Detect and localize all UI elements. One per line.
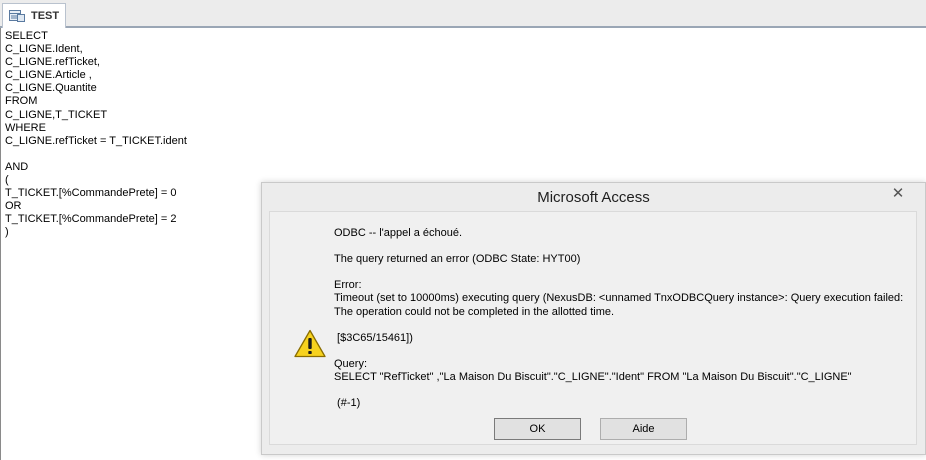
sql-line: AND [5,160,29,173]
sql-line: C_LIGNE.Quantite [5,82,97,95]
query-icon [9,9,25,23]
message-line: ODBC -- l'appel a échoué. [334,227,463,239]
sql-line: OR [5,200,22,213]
sql-line: C_LIGNE.Article , [5,69,92,82]
message-line [334,266,914,279]
message-line: [$3C65/15461]) [334,331,413,344]
sql-line: FROM [5,95,38,108]
close-icon: ✕ [891,184,905,202]
sql-line: WHERE [5,121,46,134]
sql-line: SELECT [5,30,48,42]
ok-button[interactable]: OK [494,418,581,440]
sql-line: C_LIGNE,T_TICKET [5,108,108,121]
message-line: Error: [334,279,362,292]
dialog-title: Microsoft Access [537,189,650,206]
message-line: The operation could not be completed in … [334,305,615,318]
error-dialog: Microsoft Access ✕ ODBC -- l'appel a éch… [261,182,926,455]
dialog-body: ODBC -- l'appel a échoué. The query retur… [269,211,917,445]
message-line: Timeout (set to 10000ms) executing query… [334,292,904,305]
tab-label: TEST [31,10,60,22]
message-line [334,384,914,397]
sql-line: C_LIGNE.Ident, [5,43,83,56]
message-line: The query returned an error (ODBC State:… [334,253,581,266]
sql-line: T_TICKET.[%CommandePrete] = 0 [5,187,177,200]
sql-line: C_LIGNE.refTicket, [5,56,100,69]
message-line [334,319,914,332]
tab-test[interactable]: TEST [2,3,66,28]
sql-line: ( [5,174,9,187]
warning-icon [294,329,326,358]
sql-query-text[interactable]: SELECT C_LIGNE.Ident, C_LIGNE.refTicket, C_… [5,30,187,240]
sql-line: ) [5,226,9,239]
document-tab-bar: TEST [0,0,926,28]
message-line: Query: [334,357,368,370]
sql-line: C_LIGNE.refTicket = T_TICKET.ident [5,134,187,147]
error-message: ODBC -- l'appel a échoué. The query retur… [334,227,914,410]
message-line: SELECT "RefTicket" ,"La Maison Du Biscui… [334,371,852,384]
message-line: (#-1) [334,397,361,410]
help-button[interactable]: Aide [600,418,687,440]
sql-line: T_TICKET.[%CommandePrete] = 2 [5,213,177,226]
sql-line [5,148,187,161]
close-button[interactable]: ✕ [883,183,913,203]
message-line [334,240,914,253]
message-line [334,345,914,358]
